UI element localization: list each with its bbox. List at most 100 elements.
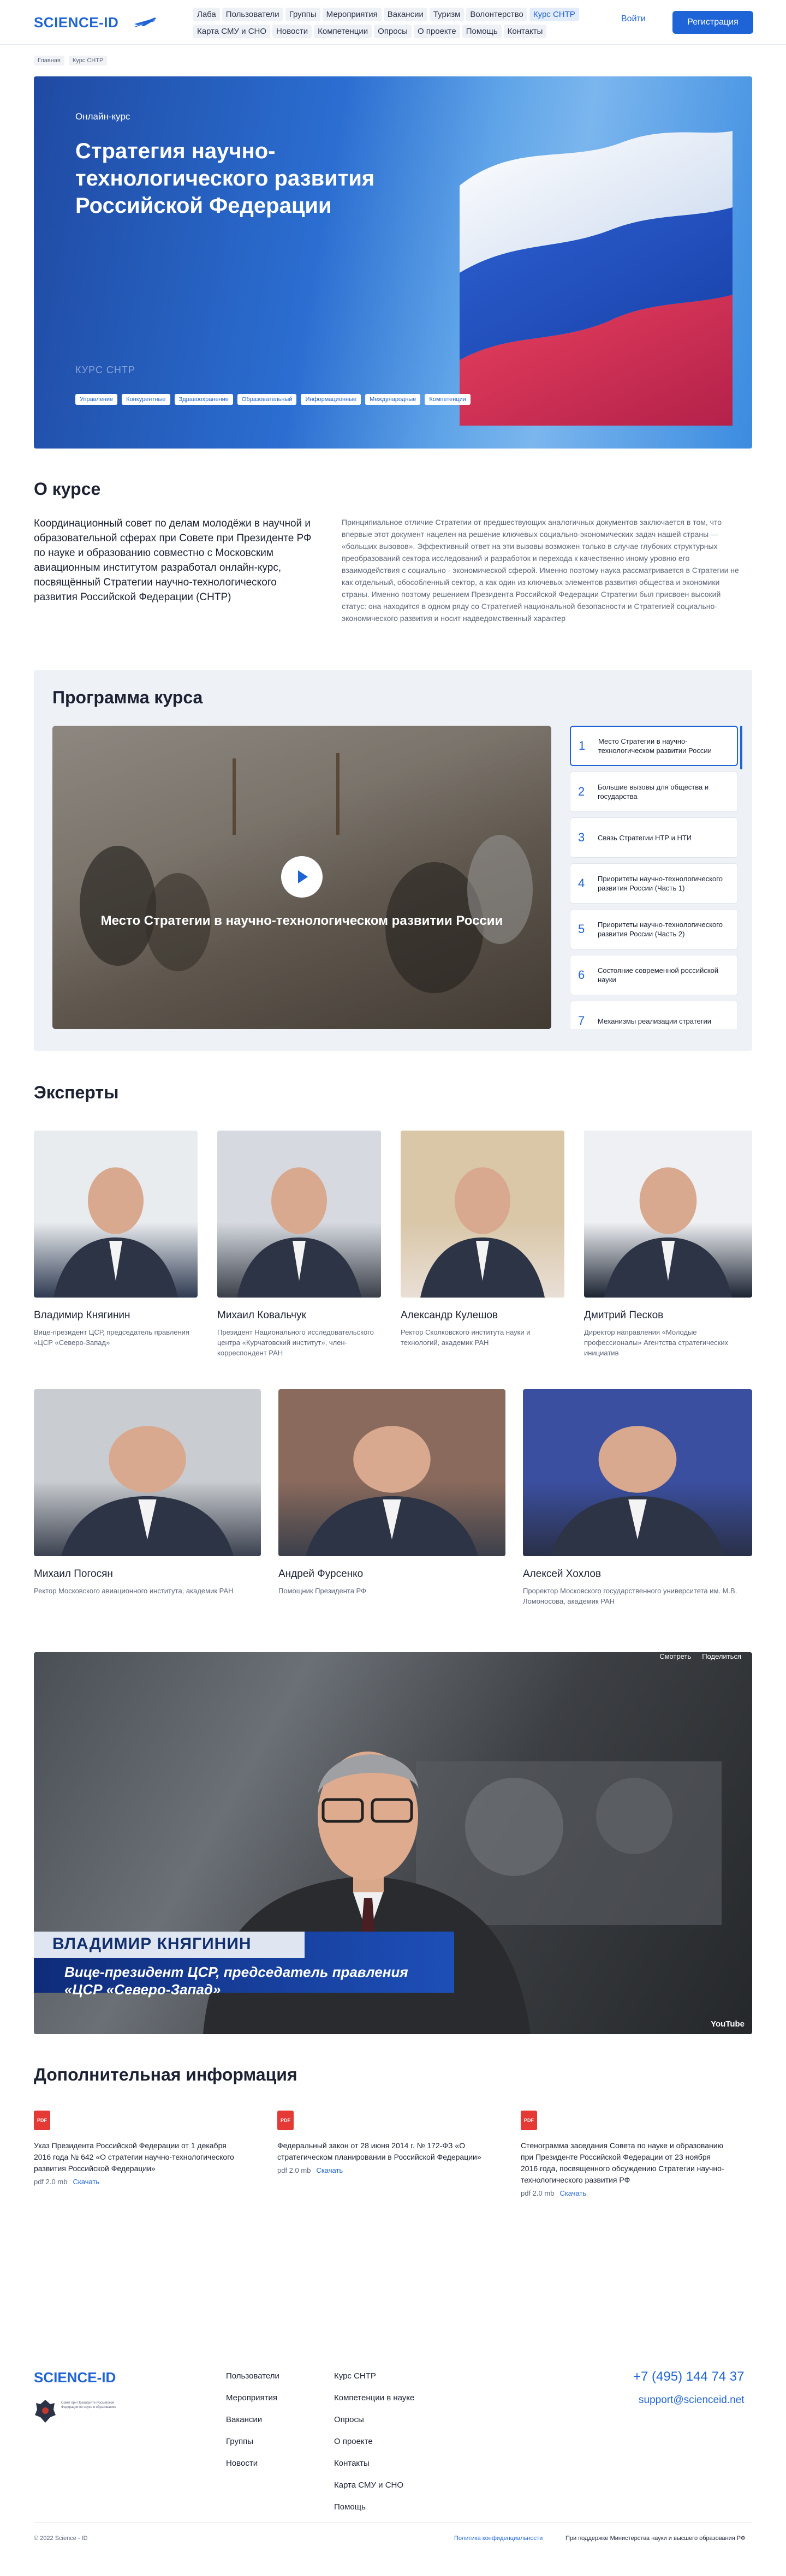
lesson-number: 4 [578,876,585,890]
hero-tag[interactable]: Образовательный [237,394,297,405]
hero-tags: Управление Конкурентные Здравоохранение … [75,394,471,405]
expert-description: Президент Национального исследовательско… [217,1328,374,1357]
footer-link[interactable]: Опросы [334,2415,414,2424]
program-heading: Программа курса [52,688,203,707]
watch-later-button[interactable]: Смотреть [659,1652,691,1660]
lesson-item[interactable]: 4 Приоритеты научно-технологического разв… [570,863,738,904]
expert-description: Помощник Президента РФ [278,1587,366,1595]
speaker-role: Вице-президент ЦСР, председатель правлен… [64,1964,408,1998]
lesson-item[interactable]: 1 Место Стратегии в научно-технологическо… [570,726,738,766]
download-link[interactable]: Скачать [559,2189,586,2197]
expert-card[interactable]: Михаил Погосян Ректор Московского авиацио… [34,1389,261,1596]
footer-link[interactable]: Курс СНТР [334,2371,414,2381]
expert-card[interactable]: Дмитрий Песков Директор направления «Моло… [584,1131,752,1358]
expert-card[interactable]: Владимир Княгинин Вице-президент ЦСР, пре… [34,1131,198,1348]
nav-item[interactable]: Мероприятия [322,8,382,21]
hero-banner: Онлайн-курс Стратегия научно-технологиче… [34,76,752,449]
emblem-caption: Совет при Президенте Российской Федераци… [61,2401,116,2409]
hero-tag[interactable]: Международные [365,394,421,405]
nav-item[interactable]: Курс СНТР [529,8,579,21]
hero-tag[interactable]: Управление [75,394,118,405]
nav-item[interactable]: Компетенции [314,25,372,38]
login-button[interactable]: Войти [621,14,646,24]
video-top-actions: Смотреть Поделиться [659,1652,741,1660]
register-button[interactable]: Регистрация [672,11,753,34]
nav-item[interactable]: Туризм [429,8,465,21]
expert-name: Алексей Хохлов [523,1568,602,1580]
document-size: pdf 2.0 mb [277,2166,311,2174]
nav-item[interactable]: Лаба [193,8,220,21]
footer-links-1: Пользователи Мероприятия Вакансии Группы Нов… [226,2371,279,2468]
program-section: Программа курса Место Стратегии в научно… [34,670,752,1051]
document-title[interactable]: Стенограмма заседания Совета по науке и … [521,2140,728,2186]
about-lead: Координационный совет по делам молодёжи … [34,518,312,603]
expert-card[interactable]: Андрей Фурсенко Помощник Президента РФ [278,1389,505,1596]
expert-photo [34,1389,261,1556]
footer-link[interactable]: О проекте [334,2437,414,2446]
footer-phone[interactable]: +7 (495) 144 74 37 [633,2369,745,2384]
lesson-item[interactable]: 5 Приоритеты научно-технологического разв… [570,909,738,949]
footer-link[interactable]: Компетенции в науке [334,2393,414,2402]
lesson-video-player[interactable]: Место Стратегии в научно-технологическом… [52,726,551,1029]
expert-card[interactable]: Александр Кулешов Ректор Сколковского инс… [401,1131,564,1348]
footer-link[interactable]: Вакансии [226,2415,279,2424]
main-nav: Лаба Пользователи Группы Мероприятия Ваканси… [193,8,586,38]
nav-item[interactable]: Карта СМУ и СНО [193,25,271,38]
plane-icon [134,17,156,27]
hero-tag[interactable]: Конкурентные [122,394,170,405]
lesson-title: Приоритеты научно-технологического разви… [598,921,723,938]
interview-video-player[interactable]: Смотреть Поделиться ВЛАДИМИР КНЯГИНИН Ви… [34,1652,752,2034]
hero-tag[interactable]: Здравоохранение [174,394,233,405]
document-meta: pdf 2.0 mb Скачать [521,2189,728,2197]
expert-card[interactable]: Михаил Ковальчук Президент Национального … [217,1131,381,1358]
breadcrumb-home[interactable]: Главная [34,56,64,65]
breadcrumb: Главная Курс СНТР [34,56,108,65]
russian-flag-image [460,131,733,426]
nav-item[interactable]: Контакты [503,25,547,38]
site-header: SCIENCE-ID Лаба Пользователи Группы Меропри… [0,0,786,45]
nav-item[interactable]: Помощь [462,25,502,38]
footer-email[interactable]: support@scienceid.net [639,2394,745,2406]
pdf-icon: PDF [521,2111,537,2130]
nav-item[interactable]: О проекте [413,25,460,38]
hero-tag[interactable]: Информационные [301,394,361,405]
pdf-icon: PDF [34,2111,50,2130]
nav-item[interactable]: Группы [285,8,320,21]
footer-link[interactable]: Группы [226,2437,279,2446]
nav-item[interactable]: Новости [272,25,312,38]
footer-link[interactable]: Мероприятия [226,2393,279,2402]
privacy-link[interactable]: Политика конфиденциальности [454,2535,543,2542]
share-button[interactable]: Поделиться [702,1652,741,1660]
lesson-item[interactable]: 3 Связь Стратегии НТР и НТИ [570,817,738,858]
site-logo[interactable]: SCIENCE-ID [34,14,118,31]
nav-item[interactable]: Волонтерство [466,8,527,21]
document-title[interactable]: Федеральный закон от 28 июня 2014 г. № 1… [277,2140,485,2163]
download-link[interactable]: Скачать [73,2178,99,2186]
footer-link[interactable]: Карта СМУ и СНО [334,2481,414,2490]
about-heading: О курсе [34,479,101,499]
nav-item[interactable]: Вакансии [383,8,427,21]
footer-link[interactable]: Помощь [334,2502,414,2512]
hero-subtitle: КУРС СНТР [75,364,135,375]
footer-links-2: Курс СНТР Компетенции в науке Опросы О прое… [334,2371,414,2512]
footer-link[interactable]: Пользователи [226,2371,279,2381]
info-heading: Дополнительная информация [34,2065,297,2084]
document-title[interactable]: Указ Президента Российской Федерации от … [34,2140,241,2174]
play-button[interactable] [281,856,323,898]
footer-logo[interactable]: SCIENCE-ID [34,2369,116,2386]
footer-link[interactable]: Контакты [334,2459,414,2468]
expert-card[interactable]: Алексей Хохлов Проректор Московского госу… [523,1389,752,1606]
nav-item[interactable]: Опросы [374,25,412,38]
footer-link[interactable]: Новости [226,2459,279,2468]
expert-photo [584,1131,752,1298]
lesson-list-scrollbar[interactable] [740,726,742,769]
hero-tag[interactable]: Компетенции [425,394,471,405]
download-link[interactable]: Скачать [316,2166,343,2174]
expert-name: Александр Кулешов [401,1310,498,1321]
lesson-item[interactable]: 2 Большие вызовы для общества и государст… [570,772,738,812]
about-body: Принципиальное отличие Стратегии от пред… [342,518,739,623]
lesson-item[interactable]: 6 Состояние современной российской науки [570,955,738,995]
nav-item[interactable]: Пользователи [222,8,283,21]
youtube-logo[interactable]: YouTube [711,2019,745,2029]
lesson-item[interactable]: 7 Механизмы реализации стратегии [570,1001,738,1029]
